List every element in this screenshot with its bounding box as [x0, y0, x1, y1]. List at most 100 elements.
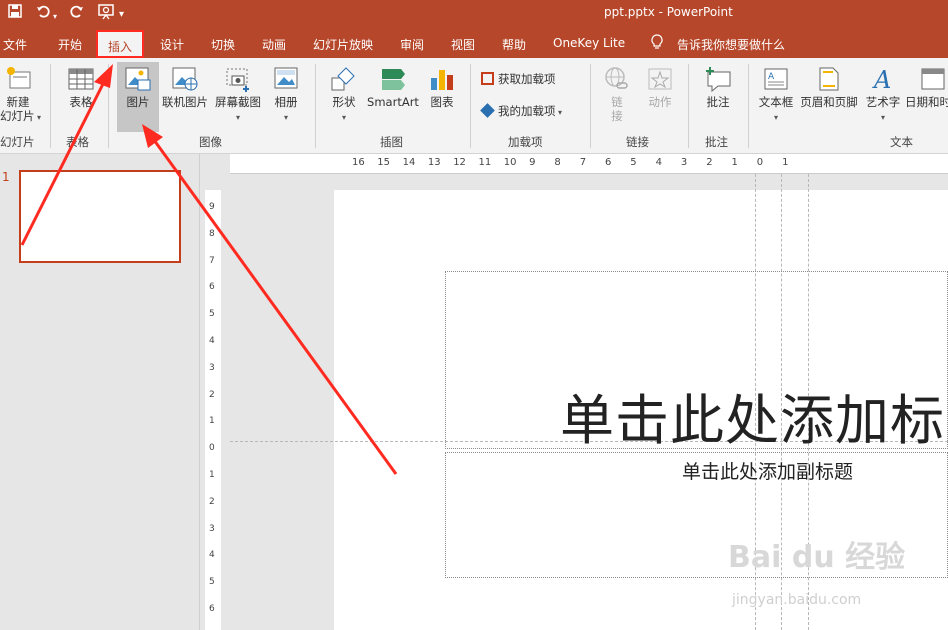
- save-icon[interactable]: [8, 4, 22, 23]
- ruler-tick-label: 9: [209, 202, 215, 212]
- ruler-tick-label: 10: [503, 157, 517, 168]
- undo-dropdown-icon[interactable]: ▾: [53, 8, 57, 26]
- tell-me-search[interactable]: 告诉我你想要做什么: [677, 36, 785, 53]
- vertical-ruler[interactable]: 98765432101234567: [205, 190, 221, 630]
- chevron-down-icon: ▾: [283, 113, 288, 122]
- ruler-tick-label: 1: [209, 416, 215, 427]
- smartart-button[interactable]: SmartArt: [365, 66, 421, 109]
- textbox-button[interactable]: A 文本框 ▾: [756, 66, 796, 125]
- table-icon: [68, 68, 94, 90]
- wordart-icon: A: [872, 66, 891, 92]
- horizontal-ruler[interactable]: 16 15 14 13 12 11 10 9 8 7 6 5 4 3 2 1 0 1: [230, 154, 948, 174]
- table-button[interactable]: 表格: [64, 66, 98, 109]
- ruler-tick-label: 3: [209, 523, 215, 534]
- screenshot-button[interactable]: 屏幕截图 ▾: [213, 66, 263, 125]
- store-icon: [481, 72, 494, 85]
- my-addins-button[interactable]: 我的加载项 ▾: [480, 103, 562, 120]
- divider: [315, 64, 316, 148]
- get-addins-button[interactable]: 获取加载项: [481, 72, 556, 86]
- tab-view[interactable]: 视图: [451, 36, 475, 53]
- ruler-tick-label: 6: [209, 604, 215, 614]
- ruler-tick-label: 4: [209, 550, 215, 561]
- tab-help[interactable]: 帮助: [502, 36, 526, 53]
- screenshot-icon: [226, 68, 249, 92]
- get-addins-label: 获取加载项: [498, 72, 556, 86]
- tab-file[interactable]: 文件: [3, 36, 27, 53]
- ribbon-tabs: 文件 开始 插入 设计 切换 动画 幻灯片放映 审阅 视图 帮助 OneKey …: [0, 27, 948, 58]
- ruler-tick-label: 3: [209, 362, 215, 373]
- new-slide-label: 新建: [6, 95, 30, 109]
- ruler-tick-label: 3: [680, 157, 688, 168]
- tab-design[interactable]: 设计: [160, 36, 184, 53]
- ruler-tick-label: 9: [529, 157, 536, 168]
- link-label-2: 接: [611, 109, 623, 123]
- shapes-button[interactable]: 形状 ▾: [327, 66, 361, 125]
- title-placeholder-text[interactable]: 单击此处添加标: [560, 376, 945, 455]
- ruler-tick-label: 6: [209, 282, 215, 293]
- chevron-down-icon: ▾: [235, 113, 240, 122]
- new-slide-icon: [7, 67, 31, 89]
- ruler-tick-label: 11: [478, 157, 492, 168]
- ruler-tick-label: 8: [209, 228, 215, 239]
- baidu-watermark: Bai du 经验: [728, 540, 906, 575]
- tab-slideshow[interactable]: 幻灯片放映: [313, 36, 373, 53]
- tab-review[interactable]: 审阅: [400, 36, 424, 53]
- ruler-tick-label: 6: [605, 157, 612, 168]
- ruler-tick-label: 1: [782, 157, 789, 168]
- addins-cube-icon: [480, 103, 495, 118]
- textbox-icon: A: [764, 68, 788, 90]
- title-bar: ▾ ▾ ppt.pptx - PowerPoint: [0, 0, 948, 27]
- chart-button[interactable]: 图表: [426, 66, 458, 109]
- header-footer-button[interactable]: 页眉和页脚: [798, 66, 860, 109]
- photo-album-button[interactable]: 相册 ▾: [269, 66, 303, 125]
- picture-icon: [125, 67, 151, 91]
- shapes-icon: [331, 67, 355, 91]
- ruler-tick-label: 8: [554, 157, 561, 168]
- ruler-tick-label: 5: [630, 157, 637, 168]
- divider: [688, 64, 689, 148]
- group-tables: 表格: [66, 135, 89, 149]
- ruler-tick-label: 15: [377, 157, 391, 168]
- undo-icon[interactable]: [36, 4, 50, 23]
- picture-button[interactable]: 图片: [120, 66, 156, 109]
- slide-thumbnail[interactable]: [19, 170, 181, 263]
- lightbulb-icon: [651, 34, 663, 53]
- tab-insert[interactable]: 插入: [96, 30, 144, 58]
- ruler-tick-label: 0: [756, 157, 764, 168]
- tab-onekey-lite[interactable]: OneKey Lite: [553, 36, 625, 50]
- present-from-start-icon[interactable]: [98, 4, 116, 25]
- slide-number: 1: [2, 170, 10, 184]
- action-button[interactable]: 动作: [642, 66, 678, 109]
- ruler-tick-label: 4: [209, 336, 215, 346]
- divider: [50, 64, 51, 148]
- ruler-tick-label: 14: [402, 157, 416, 168]
- subtitle-placeholder-text[interactable]: 单击此处添加副标题: [682, 457, 853, 484]
- group-links: 链接: [626, 135, 649, 149]
- chevron-down-icon: ▾: [34, 113, 42, 122]
- tab-transitions[interactable]: 切换: [211, 36, 235, 53]
- group-images: 图像: [199, 135, 222, 149]
- tab-home[interactable]: 开始: [58, 36, 82, 53]
- comment-button[interactable]: 批注: [700, 66, 736, 109]
- wordart-label: 艺术字: [865, 95, 901, 109]
- shapes-label: 形状: [332, 95, 356, 109]
- online-picture-button[interactable]: 联机图片: [160, 66, 210, 109]
- tab-animations[interactable]: 动画: [262, 36, 286, 53]
- ruler-tick-label: 5: [209, 577, 215, 588]
- my-addins-label: 我的加载项: [498, 104, 556, 118]
- screenshot-label: 屏幕截图: [215, 95, 261, 109]
- new-slide-button[interactable]: 新建 幻灯片 ▾: [0, 66, 41, 125]
- link-button[interactable]: 链 接: [602, 66, 632, 123]
- group-illustrations: 插图: [380, 135, 403, 149]
- customize-toolbar-icon[interactable]: ▾: [119, 6, 124, 24]
- ruler-tick-label: 12: [453, 157, 466, 168]
- wordart-button[interactable]: A 艺术字 ▾: [863, 66, 903, 125]
- header-footer-icon: [819, 67, 839, 91]
- calendar-icon: [921, 68, 945, 90]
- redo-icon[interactable]: [70, 4, 84, 23]
- divider: [590, 64, 591, 148]
- ruler-tick-label: 1: [731, 157, 738, 168]
- picture-label: 图片: [126, 95, 150, 109]
- datetime-button[interactable]: 日期和时: [905, 66, 948, 109]
- chevron-down-icon: ▾: [341, 113, 346, 122]
